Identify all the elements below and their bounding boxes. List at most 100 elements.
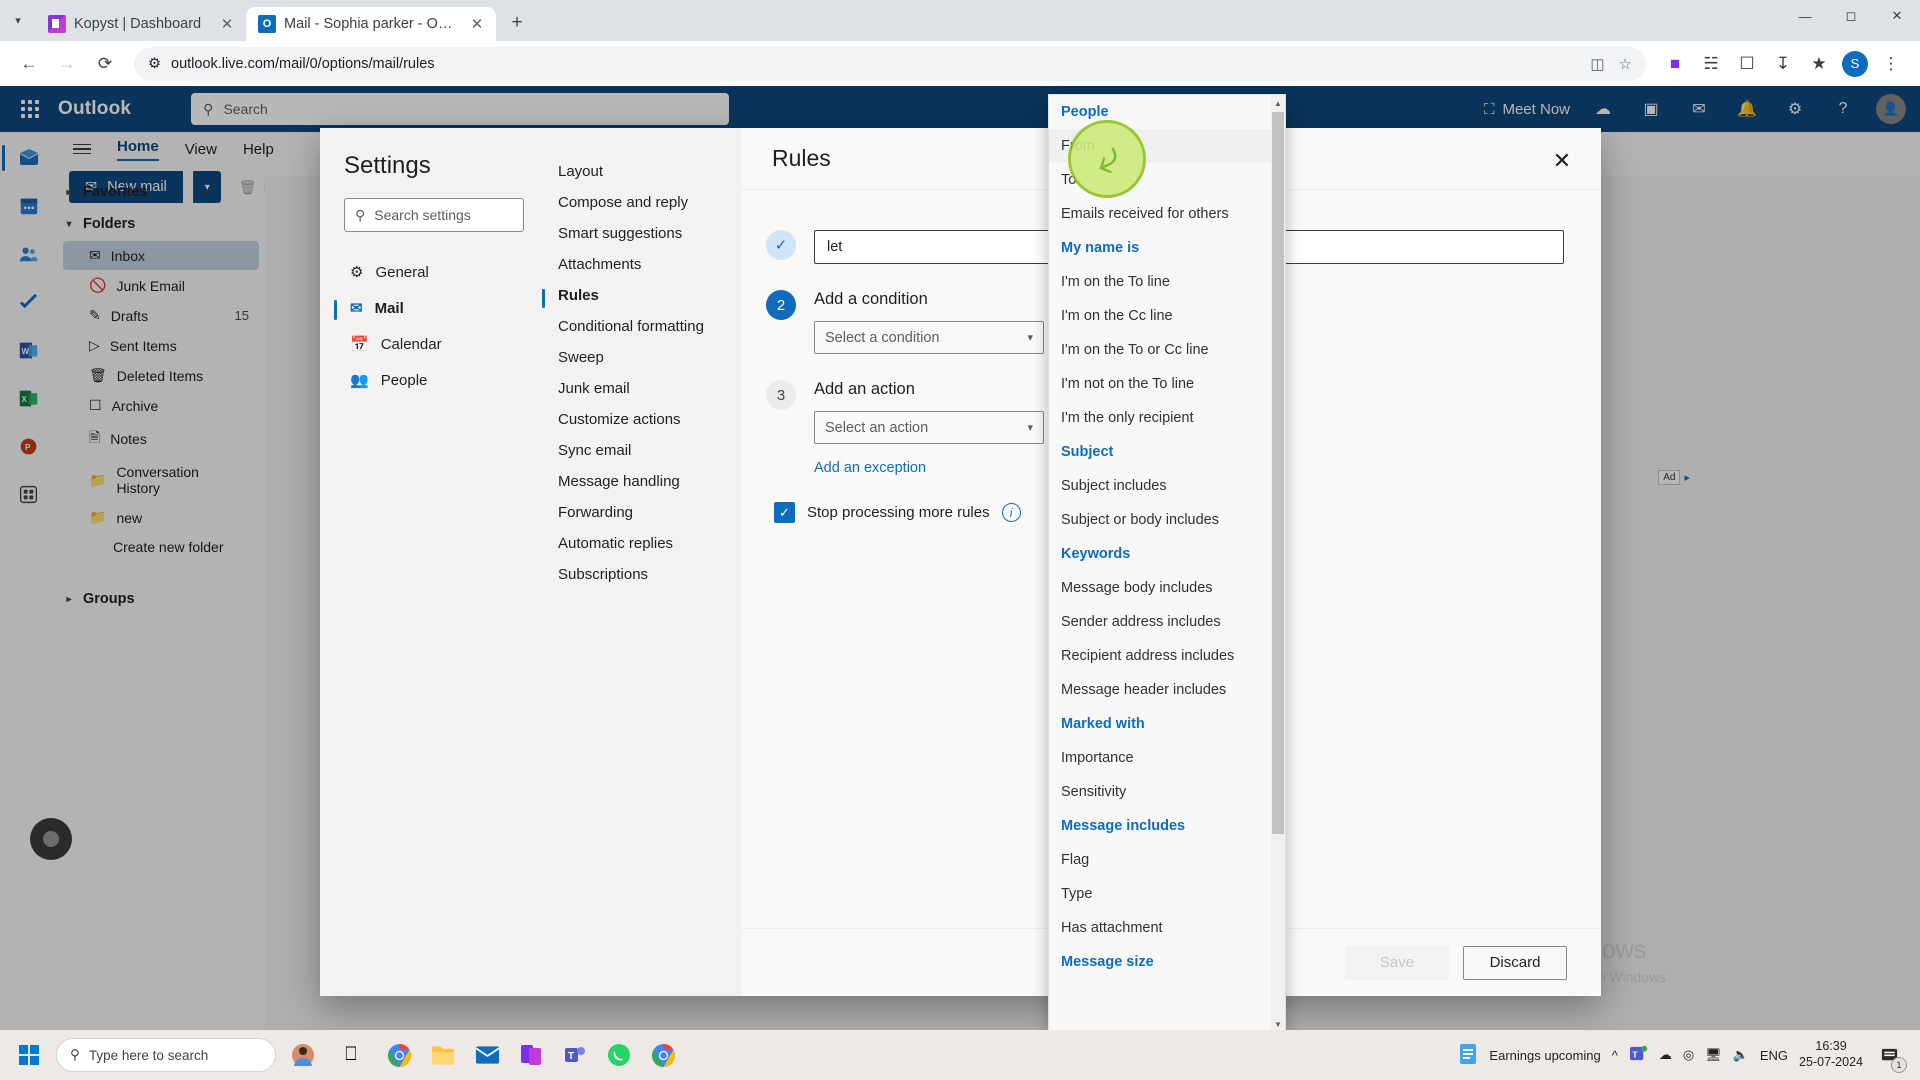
- subnav-automatic-replies[interactable]: Automatic replies: [542, 528, 742, 559]
- settings-search-input[interactable]: ⚲ Search settings: [344, 198, 524, 232]
- kopyst-extension-icon[interactable]: ■: [1658, 47, 1692, 81]
- cortana-icon[interactable]: [282, 1034, 324, 1076]
- bookmark-star-icon[interactable]: ☆: [1619, 55, 1632, 73]
- favorites-icon[interactable]: ★: [1802, 47, 1836, 81]
- maximize-button[interactable]: ◻: [1828, 0, 1874, 32]
- close-icon[interactable]: ✕: [468, 15, 486, 33]
- address-bar[interactable]: ⚙ outlook.live.com/mail/0/options/mail/r…: [134, 46, 1646, 81]
- volume-icon[interactable]: 🔈: [1733, 1047, 1749, 1063]
- dropdown-item-importance[interactable]: Importance: [1049, 741, 1271, 775]
- back-icon[interactable]: ←: [12, 47, 46, 81]
- dropdown-item-type[interactable]: Type: [1049, 877, 1271, 911]
- scrollbar-track[interactable]: [1271, 112, 1285, 1016]
- subnav-forwarding[interactable]: Forwarding: [542, 497, 742, 528]
- downloads-icon[interactable]: ↧: [1766, 47, 1800, 81]
- kopyst-app-icon[interactable]: [510, 1034, 552, 1076]
- site-settings-icon[interactable]: ⚙: [148, 56, 161, 72]
- subnav-attachments[interactable]: Attachments: [542, 249, 742, 280]
- dropdown-item-im-not-on-the-to-line[interactable]: I'm not on the To line: [1049, 367, 1271, 401]
- info-icon[interactable]: i: [1001, 503, 1021, 522]
- subnav-compose-and-reply[interactable]: Compose and reply: [542, 187, 742, 218]
- teams-app-icon[interactable]: T: [554, 1034, 596, 1076]
- start-button-icon[interactable]: [8, 1034, 50, 1076]
- mail-app-icon[interactable]: [466, 1034, 508, 1076]
- discard-button[interactable]: Discard: [1463, 945, 1567, 980]
- dropdown-item-im-on-the-to-or-cc-line[interactable]: I'm on the To or Cc line: [1049, 333, 1271, 367]
- browser-toolbar: ← → ⟳ ⚙ outlook.live.com/mail/0/options/…: [0, 41, 1920, 86]
- dropdown-scrollbar[interactable]: ▲ ▼: [1271, 95, 1285, 1031]
- dropdown-item-emails-received-for-others[interactable]: Emails received for others: [1049, 197, 1271, 231]
- subnav-layout[interactable]: Layout: [542, 156, 742, 187]
- taskbar-pinned-apps: T: [378, 1034, 684, 1076]
- whatsapp-icon[interactable]: [598, 1034, 640, 1076]
- select-condition-dropdown[interactable]: Select a condition ▾: [814, 321, 1044, 354]
- tab-search-chevron-icon[interactable]: ▾: [0, 0, 36, 41]
- dropdown-item-subject-includes[interactable]: Subject includes: [1049, 469, 1271, 503]
- earnings-notification-icon[interactable]: [1458, 1043, 1478, 1068]
- close-icon[interactable]: ✕: [218, 15, 236, 33]
- settings-category-general[interactable]: ⚙ General: [344, 254, 524, 290]
- dropdown-item-flag[interactable]: Flag: [1049, 843, 1271, 877]
- settings-category-calendar[interactable]: 📅 Calendar: [344, 326, 524, 362]
- subnav-message-handling[interactable]: Message handling: [542, 466, 742, 497]
- clock[interactable]: 16:39 25-07-2024: [1799, 1039, 1863, 1070]
- extensions-puzzle-icon[interactable]: ☵: [1694, 47, 1728, 81]
- stop-processing-checkbox[interactable]: ✓: [774, 502, 795, 523]
- dropdown-item-subject-or-body-includes[interactable]: Subject or body includes: [1049, 503, 1271, 537]
- earnings-notification-label[interactable]: Earnings upcoming: [1489, 1048, 1600, 1063]
- settings-category-mail[interactable]: ✉ Mail: [334, 290, 524, 326]
- subnav-subscriptions[interactable]: Subscriptions: [542, 559, 742, 590]
- profile-avatar[interactable]: S: [1838, 47, 1872, 81]
- file-explorer-icon[interactable]: [422, 1034, 464, 1076]
- tray-expand-chevron-icon[interactable]: ^: [1612, 1048, 1618, 1063]
- subnav-conditional-formatting[interactable]: Conditional formatting: [542, 311, 742, 342]
- search-icon: ⚲: [70, 1047, 80, 1062]
- dropdown-item-im-the-only-recipient[interactable]: I'm the only recipient: [1049, 401, 1271, 435]
- dropdown-item-message-header-includes[interactable]: Message header includes: [1049, 673, 1271, 707]
- onedrive-teams-tray-icon[interactable]: T: [1629, 1044, 1648, 1066]
- close-window-button[interactable]: ✕: [1874, 0, 1920, 32]
- scrollbar-thumb[interactable]: [1272, 112, 1284, 834]
- chrome-icon[interactable]: [378, 1034, 420, 1076]
- dropdown-item-message-body-includes[interactable]: Message body includes: [1049, 571, 1271, 605]
- dropdown-item-sender-address-includes[interactable]: Sender address includes: [1049, 605, 1271, 639]
- language-indicator[interactable]: ENG: [1760, 1048, 1788, 1063]
- reload-icon[interactable]: ⟳: [88, 47, 122, 81]
- dropdown-item-sensitivity[interactable]: Sensitivity: [1049, 775, 1271, 809]
- subnav-sync-email[interactable]: Sync email: [542, 435, 742, 466]
- task-view-icon[interactable]: ⎕: [330, 1034, 372, 1076]
- dropdown-item-im-on-the-cc-line[interactable]: I'm on the Cc line: [1049, 299, 1271, 333]
- dropdown-item-recipient-address-includes[interactable]: Recipient address includes: [1049, 639, 1271, 673]
- dropdown-item-has-attachment[interactable]: Has attachment: [1049, 911, 1271, 945]
- subnav-smart-suggestions[interactable]: Smart suggestions: [542, 218, 742, 249]
- browser-tab-kopyst[interactable]: Kopyst | Dashboard ✕: [36, 7, 246, 41]
- subnav-rules[interactable]: Rules: [542, 280, 742, 311]
- cursor-arrow-icon: ⤶: [1085, 131, 1129, 186]
- notification-center-icon[interactable]: 1: [1874, 1040, 1907, 1073]
- close-dialog-button[interactable]: ✕: [1545, 144, 1579, 178]
- scroll-up-arrow-icon[interactable]: ▲: [1271, 95, 1285, 112]
- settings-category-people[interactable]: 👥 People: [344, 362, 524, 398]
- browser-tab-title: Mail - Sophia parker - Outlook: [284, 16, 460, 32]
- network-icon[interactable]: 🖥: [1705, 1047, 1722, 1063]
- subnav-sweep[interactable]: Sweep: [542, 342, 742, 373]
- taskbar-search-input[interactable]: ⚲ Type here to search: [56, 1038, 276, 1072]
- select-action-dropdown[interactable]: Select an action ▾: [814, 411, 1044, 444]
- browser-menu-icon[interactable]: ⋮: [1874, 47, 1908, 81]
- category-label: General: [375, 263, 429, 281]
- subnav-junk-email[interactable]: Junk email: [542, 373, 742, 404]
- subnav-customize-actions[interactable]: Customize actions: [542, 404, 742, 435]
- collections-icon[interactable]: ☐: [1730, 47, 1764, 81]
- chrome-active-icon[interactable]: [642, 1034, 684, 1076]
- camera-tray-icon[interactable]: ◎: [1683, 1047, 1694, 1063]
- onedrive-cloud-icon[interactable]: ☁: [1659, 1047, 1672, 1063]
- forward-icon[interactable]: →: [50, 47, 84, 81]
- new-tab-button[interactable]: +: [502, 8, 532, 38]
- minimize-button[interactable]: —: [1782, 0, 1828, 32]
- browser-tab-outlook[interactable]: O Mail - Sophia parker - Outlook ✕: [246, 7, 496, 41]
- split-screen-icon[interactable]: ◫: [1590, 55, 1604, 73]
- screen-recorder-indicator[interactable]: [30, 818, 72, 860]
- save-button[interactable]: Save: [1345, 945, 1449, 980]
- dropdown-group-message-includes: Message includes: [1061, 818, 1186, 834]
- dropdown-item-im-on-the-to-line[interactable]: I'm on the To line: [1049, 265, 1271, 299]
